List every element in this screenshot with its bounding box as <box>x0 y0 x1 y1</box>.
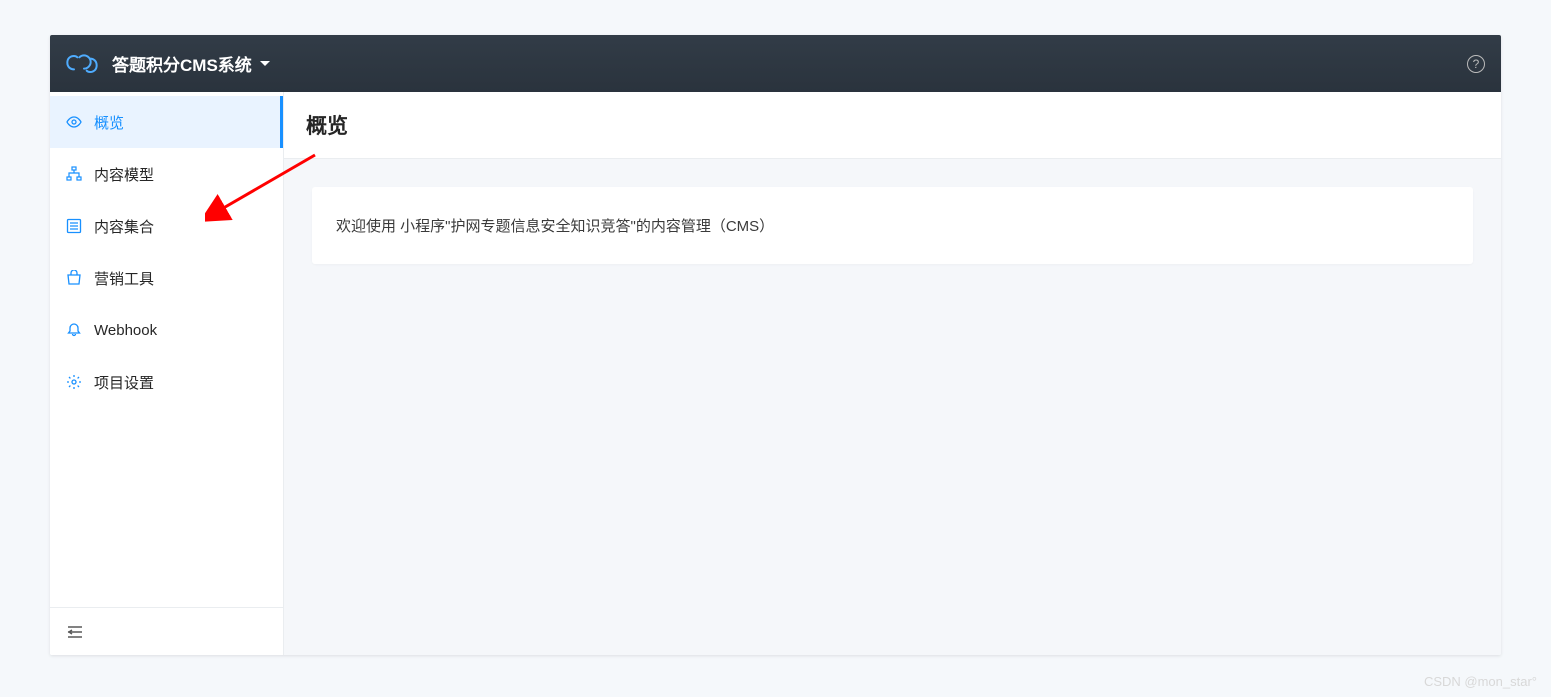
help-icon[interactable]: ? <box>1467 55 1485 73</box>
sidebar-item-content-model[interactable]: 内容模型 <box>50 148 283 200</box>
content-area: 概览 欢迎使用 小程序"护网专题信息安全知识竞答"的内容管理（CMS） <box>284 92 1501 655</box>
sitemap-icon <box>66 166 82 182</box>
sidebar-item-overview[interactable]: 概览 <box>50 96 283 148</box>
content-body: 欢迎使用 小程序"护网专题信息安全知识竞答"的内容管理（CMS） <box>284 159 1501 292</box>
page-title: 概览 <box>306 110 1479 140</box>
collapse-sidebar-button[interactable] <box>66 623 84 641</box>
watermark: CSDN @mon_star° <box>1424 674 1537 689</box>
welcome-text: 欢迎使用 小程序"护网专题信息安全知识竞答"的内容管理（CMS） <box>336 218 774 235</box>
content-header: 概览 <box>284 92 1501 159</box>
bag-icon <box>66 270 82 286</box>
app-body: 概览 内容模型 内容集合 <box>50 92 1501 655</box>
header-right: ? <box>1467 55 1485 73</box>
sidebar-item-label: 营销工具 <box>94 268 154 289</box>
app-container: 答题积分CMS系统 ? 概览 内容模型 <box>50 35 1501 655</box>
gear-icon <box>66 374 82 390</box>
sidebar-item-label: 内容模型 <box>94 164 154 185</box>
caret-down-icon <box>260 61 270 66</box>
sidebar: 概览 内容模型 内容集合 <box>50 92 284 655</box>
sidebar-menu: 概览 内容模型 内容集合 <box>50 92 283 607</box>
header-title-dropdown[interactable]: 答题积分CMS系统 <box>112 51 270 76</box>
list-icon <box>66 218 82 234</box>
eye-icon <box>66 114 82 130</box>
sidebar-item-label: Webhook <box>94 322 157 339</box>
app-header: 答题积分CMS系统 ? <box>50 35 1501 92</box>
sidebar-item-webhook[interactable]: Webhook <box>50 304 283 356</box>
cloud-logo-icon <box>66 52 98 76</box>
sidebar-footer <box>50 607 283 655</box>
sidebar-item-label: 概览 <box>94 112 124 133</box>
sidebar-item-label: 内容集合 <box>94 216 154 237</box>
bell-icon <box>66 322 82 338</box>
sidebar-item-label: 项目设置 <box>94 372 154 393</box>
sidebar-item-content-collection[interactable]: 内容集合 <box>50 200 283 252</box>
header-title-text: 答题积分CMS系统 <box>112 51 252 76</box>
sidebar-item-marketing-tools[interactable]: 营销工具 <box>50 252 283 304</box>
sidebar-item-project-settings[interactable]: 项目设置 <box>50 356 283 408</box>
welcome-card: 欢迎使用 小程序"护网专题信息安全知识竞答"的内容管理（CMS） <box>312 187 1473 264</box>
